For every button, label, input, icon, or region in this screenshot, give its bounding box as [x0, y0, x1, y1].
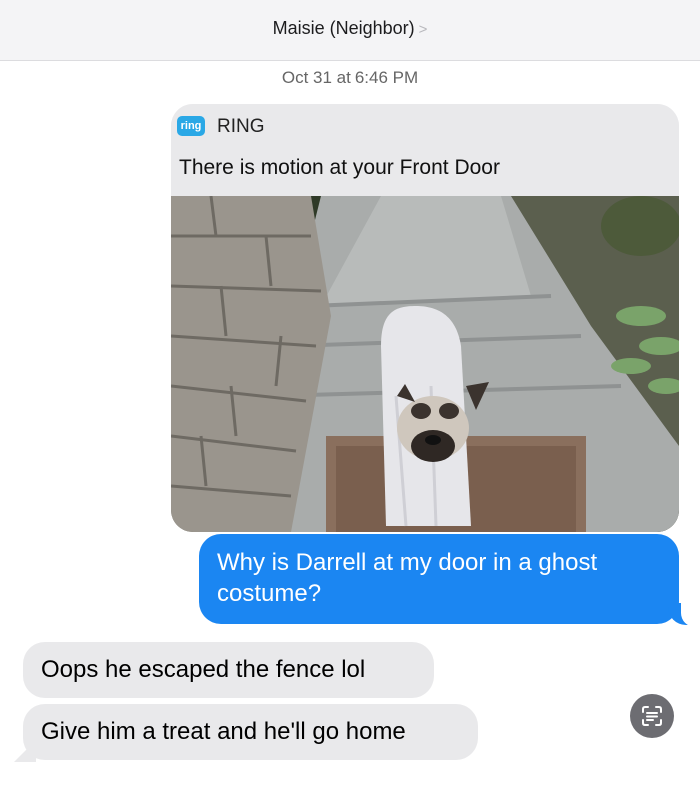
timestamp-time: 6:46 PM [354, 68, 419, 87]
live-text-button[interactable] [630, 694, 674, 738]
ring-app-name: RING [217, 116, 265, 137]
timestamp-date: Oct 31 at [281, 68, 351, 87]
incoming-message-bubble[interactable]: Oops he escaped the fence lol [23, 642, 434, 698]
conversation-header: Maisie (Neighbor) > [0, 0, 700, 61]
ring-logo-icon: ring [177, 116, 205, 136]
message-timestamp: Oct 31 at 6:46 PM [0, 68, 700, 88]
ring-card-header: ring RING There is motion at your Front … [171, 104, 679, 196]
doorbell-camera-photo[interactable] [171, 196, 679, 532]
incoming-message-bubble[interactable]: Give him a treat and he'll go home [23, 704, 478, 760]
ring-notification-card[interactable]: ring RING There is motion at your Front … [171, 104, 679, 532]
live-text-icon [642, 706, 662, 726]
chevron-right-icon: > [418, 21, 428, 38]
contact-name-button[interactable]: Maisie (Neighbor) > [0, 18, 700, 39]
ring-motion-message: There is motion at your Front Door [179, 156, 500, 179]
contact-name: Maisie (Neighbor) [272, 18, 415, 38]
outgoing-message-bubble[interactable]: Why is Darrell at my door in a ghost cos… [199, 534, 679, 624]
